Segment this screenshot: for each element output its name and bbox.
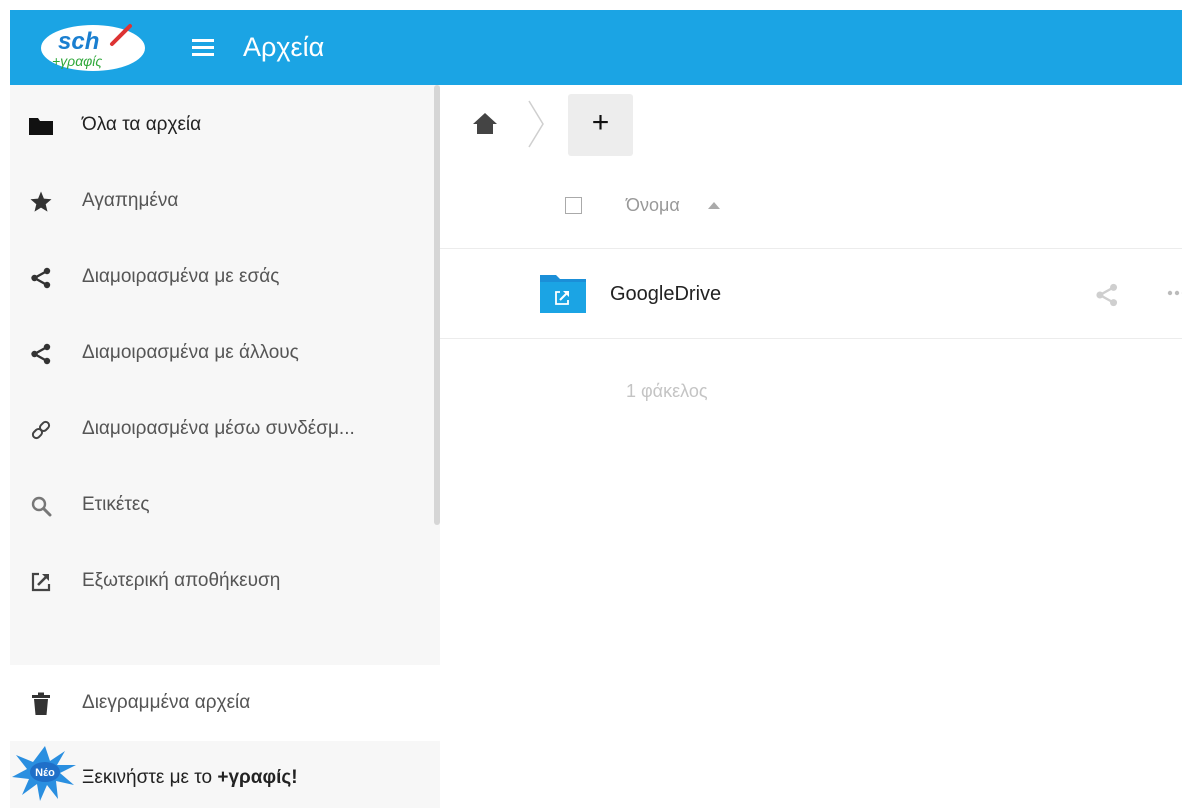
new-file-button[interactable]: + xyxy=(568,94,633,156)
file-list-area: + Όνομα GoogleDrive 1 φάκελος xyxy=(440,85,1182,808)
app-title: Αρχεία xyxy=(243,32,325,62)
external-link-icon xyxy=(28,569,54,595)
share-icon[interactable] xyxy=(1095,283,1119,307)
sidebar-item-shared-with-others[interactable]: Διαμοιρασμένα με άλλους xyxy=(10,315,440,391)
sidebar-item-external-storage[interactable]: Εξωτερική αποθήκευση xyxy=(10,543,440,619)
external-folder-icon xyxy=(540,275,586,313)
sidebar-item-all-files[interactable]: Όλα τα αρχεία xyxy=(10,87,440,163)
more-options-icon[interactable] xyxy=(1167,287,1182,299)
app-logo[interactable]: sch +γραφίς xyxy=(38,22,148,74)
sidebar-item-label: Εξωτερική αποθήκευση xyxy=(82,570,281,591)
home-icon[interactable] xyxy=(472,110,498,136)
column-header-name[interactable]: Όνομα xyxy=(626,195,680,216)
sidebar-item-shared-by-link[interactable]: Διαμοιρασμένα μέσω συνδέσμ... xyxy=(10,391,440,467)
new-badge-label: Νέο xyxy=(35,767,55,779)
sidebar-item-favorites[interactable]: Αγαπημένα xyxy=(10,163,440,239)
breadcrumb-separator-icon xyxy=(528,100,544,148)
sidebar-item-label: Αγαπημένα xyxy=(82,190,179,211)
new-badge-icon: Νέο xyxy=(12,746,76,801)
divider xyxy=(440,338,1182,339)
share-icon xyxy=(28,341,54,367)
sidebar-item-label: Ετικέτες xyxy=(82,494,150,515)
sidebar-promo-getting-started[interactable]: Νέο Ξεκινήστε με το +γραφίς! xyxy=(10,741,440,808)
app-header: sch +γραφίς Αρχεία xyxy=(10,10,1182,85)
sidebar-item-tags[interactable]: Ετικέτες xyxy=(10,467,440,543)
sidebar-item-deleted-files[interactable]: Διεγραμμένα αρχεία xyxy=(10,665,440,741)
svg-text:+γραφίς: +γραφίς xyxy=(52,53,102,69)
svg-text:sch: sch xyxy=(58,28,99,55)
sidebar-item-label: Όλα τα αρχεία xyxy=(82,114,202,135)
trash-icon xyxy=(28,691,54,717)
star-icon xyxy=(28,189,54,215)
sidebar-item-shared-with-you[interactable]: Διαμοιρασμένα με εσάς xyxy=(10,239,440,315)
file-count-summary: 1 φάκελος xyxy=(626,381,708,401)
folder-icon xyxy=(28,113,54,139)
hamburger-menu-icon[interactable] xyxy=(190,36,216,60)
sidebar-item-label: Διαμοιρασμένα με άλλους xyxy=(82,342,299,363)
sort-ascending-icon[interactable] xyxy=(708,202,720,209)
sidebar-item-label: Διαμοιρασμένα μέσω συνδέσμ... xyxy=(82,418,355,439)
file-name[interactable]: GoogleDrive xyxy=(610,283,721,306)
promo-text: Ξεκινήστε με το +γραφίς! xyxy=(82,767,298,788)
select-all-checkbox[interactable] xyxy=(565,197,582,214)
file-row[interactable]: GoogleDrive xyxy=(440,249,1182,338)
share-icon xyxy=(28,265,54,291)
sidebar: Όλα τα αρχεία Αγαπημένα Διαμοιρασμένα με… xyxy=(10,85,440,808)
link-icon xyxy=(28,417,54,443)
sidebar-item-label: Διεγραμμένα αρχεία xyxy=(82,692,251,713)
search-icon xyxy=(28,493,54,519)
sidebar-item-label: Διαμοιρασμένα με εσάς xyxy=(82,266,280,287)
